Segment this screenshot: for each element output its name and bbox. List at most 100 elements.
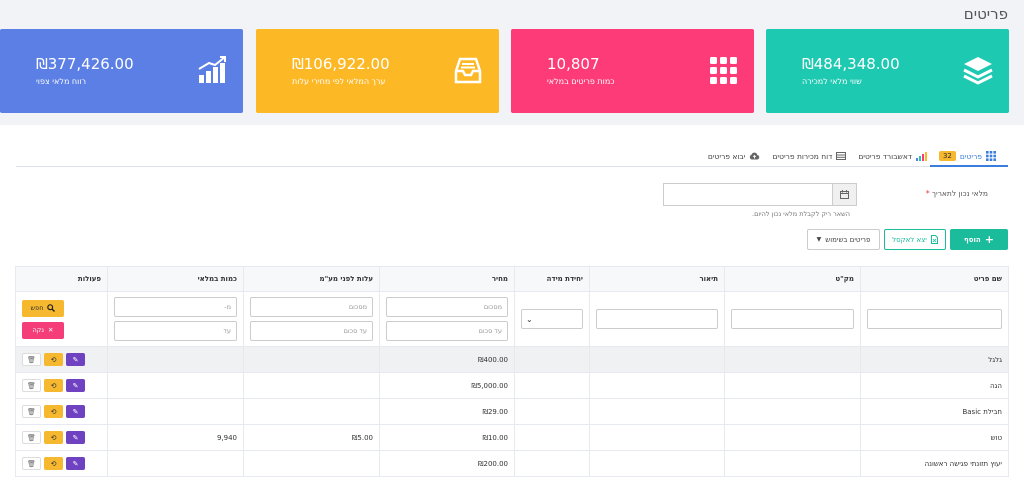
header-item-name[interactable]: שם פריט — [860, 266, 1009, 292]
history-button[interactable]: ⟲ — [44, 431, 63, 444]
filter-description-input[interactable] — [596, 309, 718, 329]
tab-sales-report-label: דוח מכירות פריטים — [772, 151, 833, 161]
header-price[interactable]: מחיר — [379, 266, 515, 292]
clear-button[interactable]: נקה ✕ — [22, 321, 64, 339]
cost-cell — [243, 346, 380, 373]
tab-divider — [16, 166, 1008, 167]
history-button[interactable]: ⟲ — [44, 405, 63, 418]
price-cell: ₪400.00 — [379, 346, 515, 373]
used-items-dropdown[interactable]: פריטים בשימוש ▼ — [807, 229, 880, 250]
tab-items[interactable]: פריטים 32 — [938, 151, 996, 161]
stat-label: ערך המלאי לפי מחירי עלות — [292, 77, 386, 86]
date-label-text: מלאי נכון לתאריך — [931, 189, 988, 198]
item-name-cell: גלגל — [860, 346, 1009, 373]
history-button[interactable]: ⟲ — [44, 353, 63, 366]
header-unit[interactable]: יחידת מידה — [514, 266, 590, 292]
filter-qty-from[interactable]: מ- — [114, 297, 237, 317]
tab-dashboard[interactable]: דאשבורד פריטים — [858, 151, 927, 161]
search-button[interactable]: חפש — [22, 299, 64, 317]
header-description[interactable]: תיאור — [589, 266, 725, 292]
sku-cell — [724, 398, 861, 425]
filter-cost-to[interactable]: עד סכום — [250, 321, 373, 341]
pencil-icon: ✎ — [72, 407, 79, 416]
sku-cell — [724, 372, 861, 399]
edit-button[interactable]: ✎ — [66, 431, 85, 444]
qty-cell — [107, 450, 244, 477]
header-sku[interactable]: מק"ט — [724, 266, 861, 292]
stat-label: רווח מלאי צפוי — [36, 77, 87, 86]
delete-button[interactable]: 🗑 — [22, 431, 41, 444]
price-cell: ₪29.00 — [379, 398, 515, 425]
date-hint: השאר ריק לקבלת מלאי נכון להיום. — [752, 210, 850, 218]
delete-button[interactable]: 🗑 — [22, 457, 41, 470]
search-icon — [47, 304, 56, 312]
unit-cell — [514, 424, 590, 451]
qty-cell — [107, 346, 244, 373]
edit-button[interactable]: ✎ — [66, 353, 85, 366]
trash-icon: 🗑 — [27, 381, 36, 390]
history-icon: ⟲ — [50, 355, 57, 364]
edit-button[interactable]: ✎ — [66, 457, 85, 470]
calendar-button[interactable] — [832, 183, 857, 206]
table-row[interactable]: גלגל ₪400.00 🗑 ⟲ ✎ — [15, 346, 1009, 373]
unit-cell — [514, 346, 590, 373]
actions-cell: 🗑 ⟲ ✎ — [15, 450, 108, 477]
tab-active-indicator — [930, 165, 1008, 167]
item-name-cell: יעוץ תזונתי פגישה ראשונה — [860, 450, 1009, 477]
actions-cell: 🗑 ⟲ ✎ — [15, 372, 108, 399]
stat-card-cost-value: ₪106,922.00 ערך המלאי לפי מחירי עלות — [256, 29, 499, 113]
description-cell — [589, 450, 725, 477]
stat-label: כמות פריטים במלאי — [547, 77, 615, 86]
filter-price-from[interactable]: מסכום — [386, 297, 508, 317]
history-button[interactable]: ⟲ — [44, 379, 63, 392]
plus-icon: + — [984, 233, 994, 246]
tab-import-label: יבוא פריטים — [707, 151, 746, 161]
cost-cell — [243, 398, 380, 425]
chart-icon — [915, 151, 927, 161]
chevron-down-icon: ⌄ — [526, 314, 533, 324]
filter-row: ⌄ מסכום עד סכום מסכום עד סכום מ- עד חפש — [15, 291, 1009, 347]
table-row[interactable]: טוש ₪10.00 ₪5.00 9,940 🗑 ⟲ ✎ — [15, 424, 1009, 451]
sku-cell — [724, 346, 861, 373]
chevron-down-icon: ▼ — [816, 236, 822, 243]
edit-button[interactable]: ✎ — [66, 405, 85, 418]
items-table: שם פריט מק"ט תיאור יחידת מידה מחיר עלות … — [15, 266, 1009, 477]
table-row[interactable]: חבילת Basic ₪29.00 🗑 ⟲ ✎ — [15, 398, 1009, 425]
filter-qty-to[interactable]: עד — [114, 321, 237, 341]
export-excel-button[interactable]: יצא לאקסל — [884, 229, 946, 250]
history-button[interactable]: ⟲ — [44, 457, 63, 470]
date-input[interactable] — [663, 183, 832, 206]
tab-dashboard-label: דאשבורד פריטים — [858, 151, 912, 161]
sku-cell — [724, 450, 861, 477]
filter-cost-from[interactable]: מסכום — [250, 297, 373, 317]
description-cell — [589, 346, 725, 373]
header-actions: פעולות — [15, 266, 108, 292]
edit-button[interactable]: ✎ — [66, 379, 85, 392]
add-button[interactable]: + הוסף — [950, 229, 1008, 250]
unit-cell — [514, 398, 590, 425]
description-cell — [589, 398, 725, 425]
filter-name-input[interactable] — [867, 309, 1002, 329]
stat-value: ₪377,426.00 — [36, 55, 134, 73]
stat-card-sale-value: ₪484,348.00 שווי מלאי למכירה — [766, 29, 1009, 113]
trash-icon: 🗑 — [27, 433, 36, 442]
tab-import[interactable]: יבוא פריטים — [708, 152, 761, 161]
search-button-label: חפש — [30, 304, 44, 312]
filter-sku-input[interactable] — [731, 309, 854, 329]
table-row[interactable]: הגה ₪5,000.00 🗑 ⟲ ✎ — [15, 372, 1009, 399]
qty-cell: 9,940 — [107, 424, 244, 451]
table-row[interactable]: יעוץ תזונתי פגישה ראשונה ₪200.00 🗑 ⟲ ✎ — [15, 450, 1009, 477]
delete-button[interactable]: 🗑 — [22, 353, 41, 366]
delete-button[interactable]: 🗑 — [22, 405, 41, 418]
trash-icon: 🗑 — [27, 355, 36, 364]
filter-price-to[interactable]: עד סכום — [386, 321, 508, 341]
header-qty[interactable]: כמות במלאי — [107, 266, 244, 292]
actions-cell: 🗑 ⟲ ✎ — [15, 424, 108, 451]
tab-sales-report[interactable]: דוח מכירות פריטים — [772, 151, 847, 161]
delete-button[interactable]: 🗑 — [22, 379, 41, 392]
description-cell — [589, 372, 725, 399]
trash-icon: 🗑 — [27, 459, 36, 468]
header-cost[interactable]: עלות לפני מע"מ — [243, 266, 380, 292]
filter-unit-select[interactable]: ⌄ — [521, 309, 583, 329]
pencil-icon: ✎ — [72, 433, 79, 442]
